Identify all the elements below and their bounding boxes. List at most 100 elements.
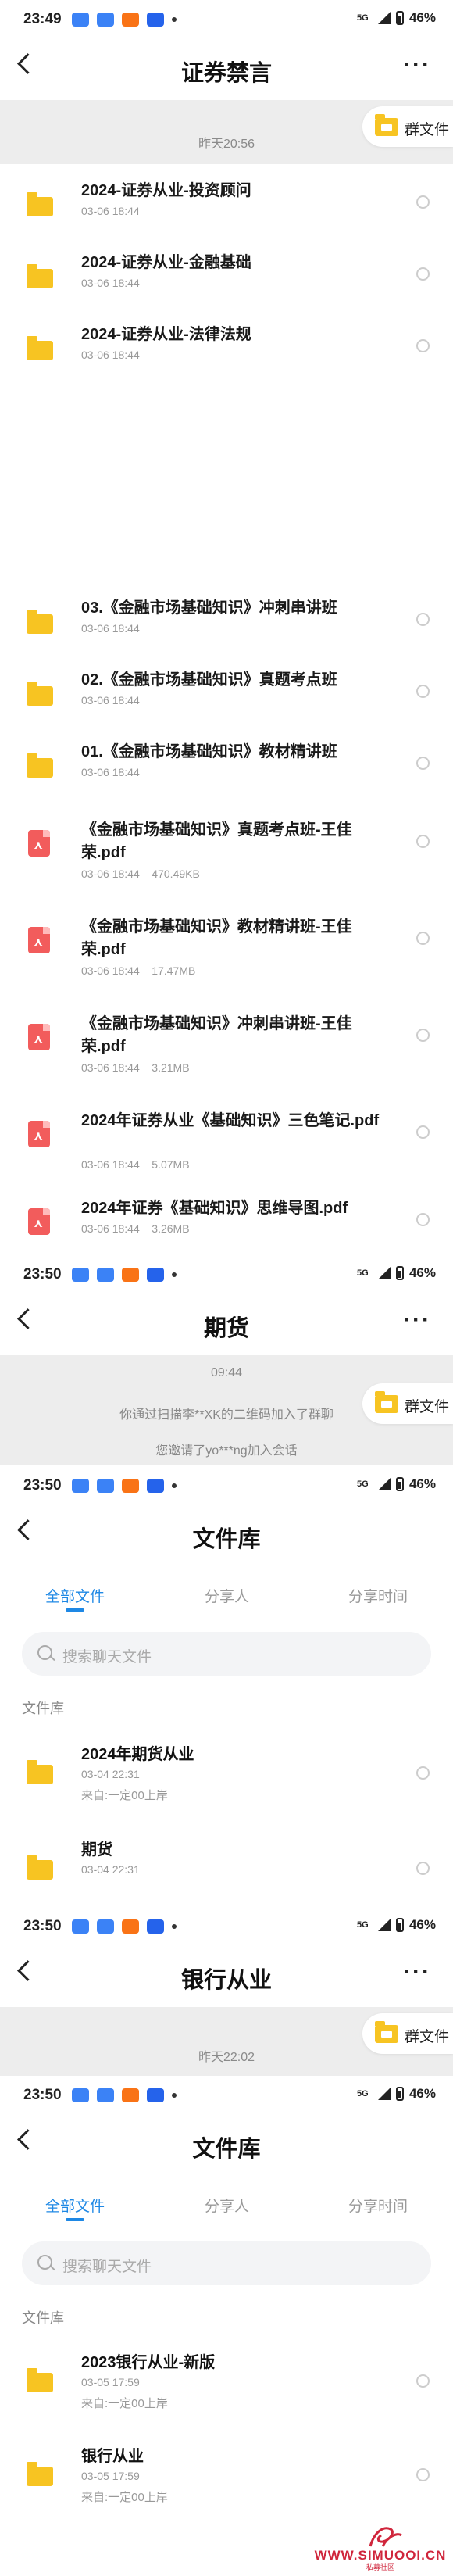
- status-time: 23:50: [23, 1918, 62, 1934]
- group-files-button[interactable]: 群文件: [362, 106, 453, 147]
- item-meta: 03-04 22:31: [81, 1863, 140, 1876]
- select-radio[interactable]: [416, 1125, 430, 1139]
- file-meta: 03-06 18:44 470.49KB: [81, 868, 200, 880]
- search-placeholder: 搜索聊天文件: [62, 1649, 152, 1665]
- folder-icon: [27, 1855, 53, 1880]
- tab-share-time[interactable]: 分享时间: [348, 1585, 408, 1606]
- tab-sharer[interactable]: 分享人: [205, 1585, 249, 1606]
- group-files-label: 群文件: [405, 2029, 450, 2045]
- select-radio[interactable]: [416, 1213, 430, 1226]
- list-item[interactable]: 2023银行从业-新版 03-05 17:59 来自:一定00上岸: [0, 2342, 453, 2413]
- network-icon: 5G: [356, 1268, 369, 1278]
- select-radio[interactable]: [416, 2468, 430, 2481]
- item-meta: 03-04 22:31: [81, 1768, 140, 1780]
- more-notifications-dot: [172, 17, 177, 22]
- list-item[interactable]: 期货 03-04 22:31: [0, 1829, 453, 1901]
- system-message: 你通过扫描李**XK的二维码加入了群聊: [119, 1408, 334, 1422]
- select-radio[interactable]: [416, 685, 430, 698]
- folder-icon: [375, 2021, 398, 2043]
- watermark-subtext: 私募社区: [366, 2563, 394, 2571]
- folder-icon: [27, 682, 53, 706]
- tab-share-time[interactable]: 分享时间: [348, 2195, 408, 2216]
- file-row[interactable]: 2024-证券从业-金融基础 03-06 18:44: [0, 234, 453, 306]
- watermark: WWW.SIMUOOI.CN 私募社区: [314, 2523, 447, 2571]
- app-notification-icon: [122, 1479, 139, 1493]
- chat-timestamp: 09:44: [210, 1366, 243, 1379]
- file-name: 2024年证券从业《基础知识》三色笔记.pdf: [81, 1112, 380, 1129]
- folder-icon: [27, 2462, 53, 2486]
- network-icon: 5G: [356, 2089, 369, 2098]
- tab-all-files[interactable]: 全部文件: [45, 2195, 105, 2216]
- file-row[interactable]: 01.《金融市场基础知识》教材精讲班 03-06 18:44: [0, 724, 453, 796]
- select-radio[interactable]: [416, 339, 430, 352]
- nav-bar: 期货 ···: [0, 1296, 453, 1352]
- file-name: 2024-证券从业-投资顾问: [81, 182, 251, 199]
- pdf-icon: ⋏: [28, 830, 50, 857]
- battery-percent: 46%: [408, 1265, 436, 1280]
- app-notification-icon: [147, 1268, 164, 1282]
- network-icon: 5G: [356, 13, 369, 23]
- app-notification-icon: [147, 2088, 164, 2102]
- select-radio[interactable]: [416, 835, 430, 848]
- signal-icon: [377, 1478, 391, 1490]
- app-notification-icon: [97, 2088, 114, 2102]
- app-notification-icon: [147, 13, 164, 27]
- file-meta: 03-06 18:44: [81, 349, 140, 361]
- select-radio[interactable]: [416, 1766, 430, 1780]
- tab-all-files[interactable]: 全部文件: [45, 1585, 105, 1606]
- page-title: 文件库: [192, 1527, 261, 1552]
- search-icon: [37, 1645, 52, 1660]
- app-notification-icon: [72, 13, 89, 27]
- item-source: 来自:一定00上岸: [81, 2397, 168, 2410]
- file-row[interactable]: ⋏ 《金融市场基础知识》冲刺串讲班-王佳荣.pdf 03-06 18:44 3.21…: [0, 996, 453, 1074]
- select-radio[interactable]: [416, 195, 430, 209]
- file-row[interactable]: ⋏ 2024年证券《基础知识》思维导图.pdf 03-06 18:44 3.26MB: [0, 1180, 453, 1252]
- file-row[interactable]: 02.《金融市场基础知识》真题考点班 03-06 18:44: [0, 652, 453, 724]
- active-tab-indicator: [66, 1608, 84, 1612]
- search-box[interactable]: 搜索聊天文件: [22, 2241, 431, 2285]
- file-row[interactable]: ⋏ 2024年证券从业《基础知识》三色笔记.pdf 03-06 18:44 5.07…: [0, 1093, 453, 1171]
- more-notifications-dot: [172, 1272, 177, 1277]
- active-tab-indicator: [66, 2218, 84, 2221]
- status-app-icons: [72, 1268, 177, 1282]
- more-icon[interactable]: ···: [403, 1308, 431, 1332]
- file-name: 《金融市场基础知识》教材精讲班-王佳荣.pdf: [81, 918, 352, 958]
- tab-sharer[interactable]: 分享人: [205, 2195, 249, 2216]
- app-notification-icon: [122, 13, 139, 27]
- file-meta: 03-06 18:44 5.07MB: [81, 1158, 190, 1171]
- file-meta: 03-06 18:44: [81, 277, 140, 289]
- select-radio[interactable]: [416, 2374, 430, 2388]
- network-icon: 5G: [356, 1479, 369, 1489]
- file-row[interactable]: 2024-证券从业-法律法规 03-06 18:44: [0, 306, 453, 378]
- select-radio[interactable]: [416, 757, 430, 770]
- file-row[interactable]: ⋏ 《金融市场基础知识》真题考点班-王佳荣.pdf 03-06 18:44 470.…: [0, 802, 453, 880]
- folder-icon: [27, 192, 53, 216]
- status-bar: 23:50 5G 46%: [0, 2076, 453, 2116]
- select-radio[interactable]: [416, 1029, 430, 1042]
- group-files-button[interactable]: 群文件: [362, 2013, 453, 2054]
- signal-icon: [377, 12, 391, 24]
- more-icon[interactable]: ···: [403, 53, 431, 77]
- status-right: 5G 46%: [357, 1476, 436, 1492]
- search-box[interactable]: 搜索聊天文件: [22, 1632, 431, 1676]
- pdf-icon: ⋏: [28, 1121, 50, 1147]
- battery-icon: [395, 11, 404, 25]
- folder-icon: [27, 610, 53, 634]
- file-row[interactable]: 2024-证券从业-投资顾问 03-06 18:44: [0, 163, 453, 234]
- list-item[interactable]: 银行从业 03-05 17:59 来自:一定00上岸: [0, 2435, 453, 2507]
- file-row[interactable]: ⋏ 《金融市场基础知识》教材精讲班-王佳荣.pdf 03-06 18:44 17.4…: [0, 899, 453, 977]
- select-radio[interactable]: [416, 613, 430, 626]
- select-radio[interactable]: [416, 1862, 430, 1875]
- watermark-text: WWW.SIMUOOI.CN: [314, 2548, 447, 2563]
- folder-icon: [27, 264, 53, 288]
- select-radio[interactable]: [416, 932, 430, 945]
- select-radio[interactable]: [416, 267, 430, 281]
- more-icon[interactable]: ···: [403, 1960, 431, 1984]
- nav-bar: 银行从业 ···: [0, 1948, 453, 2004]
- more-notifications-dot: [172, 1483, 177, 1488]
- list-item[interactable]: 2024年期货从业 03-04 22:31 来自:一定00上岸: [0, 1733, 453, 1805]
- app-notification-icon: [122, 2088, 139, 2102]
- pdf-icon: ⋏: [28, 1208, 50, 1235]
- file-row[interactable]: 03.《金融市场基础知识》冲刺串讲班 03-06 18:44: [0, 580, 453, 652]
- search-icon: [37, 2255, 52, 2270]
